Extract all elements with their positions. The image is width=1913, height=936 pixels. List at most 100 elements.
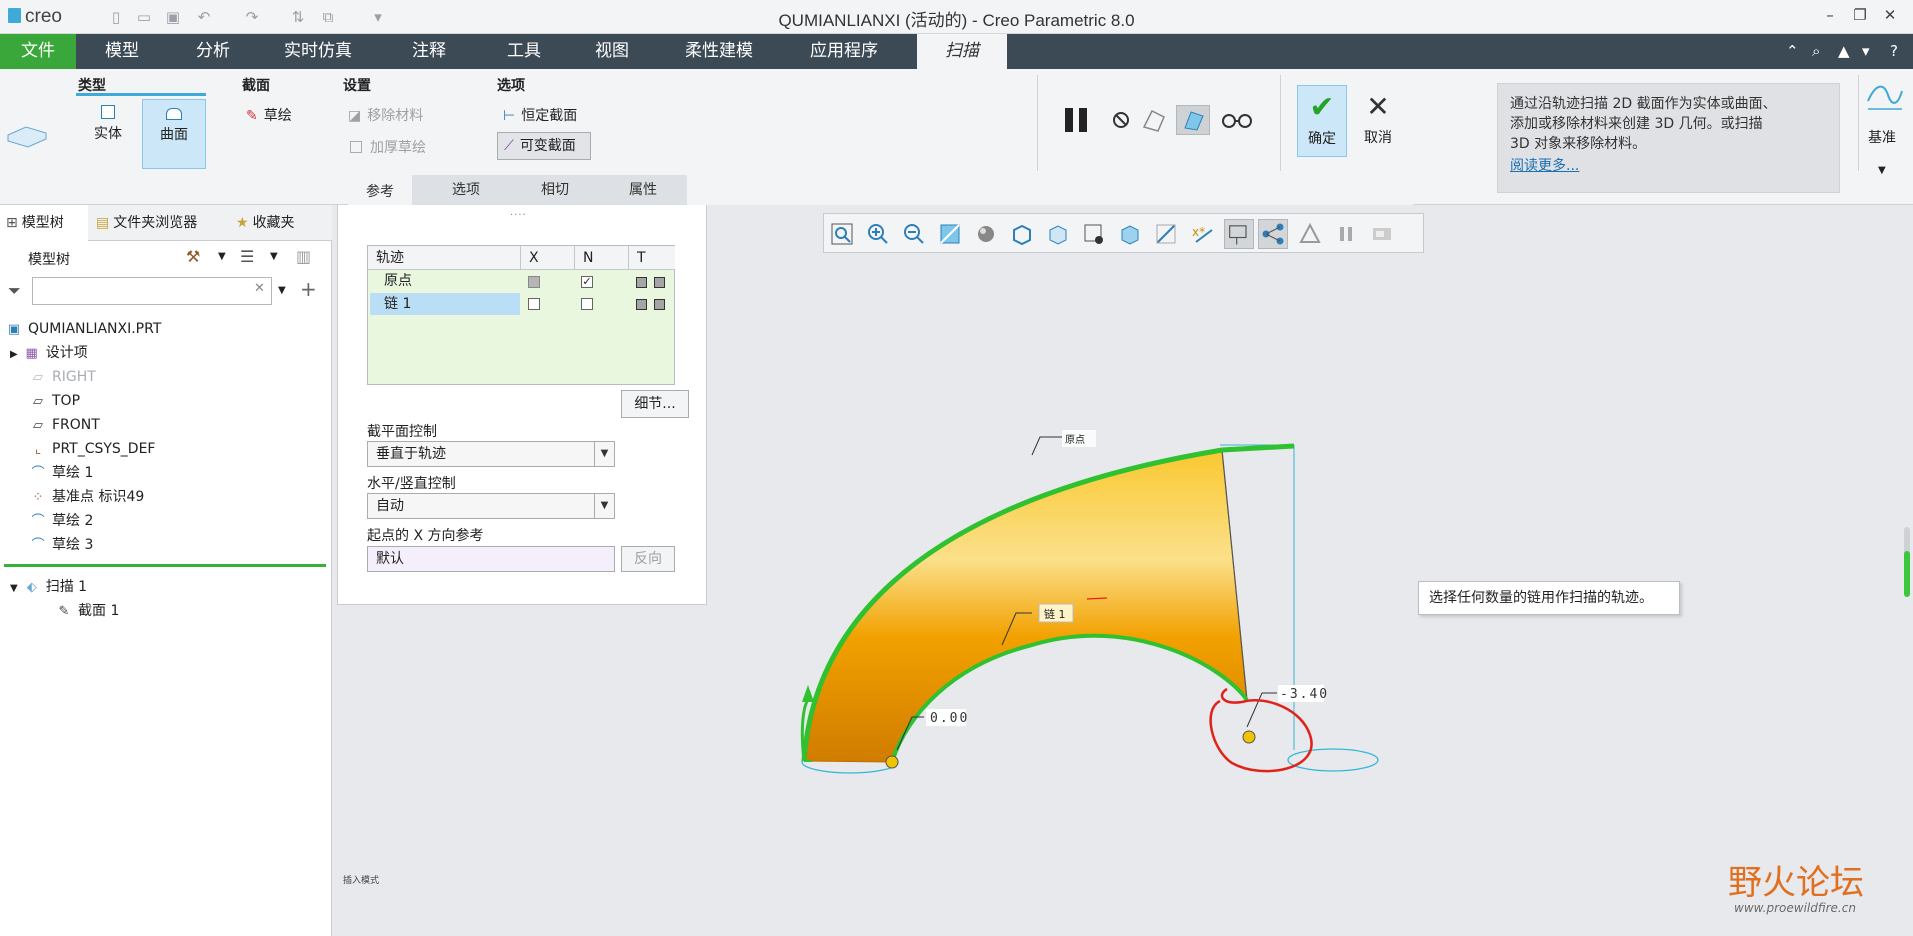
start-point-handle[interactable]: [885, 755, 899, 769]
datum-icon[interactable]: [1864, 79, 1904, 113]
tree-settings-dropdown-icon[interactable]: ▼: [218, 251, 226, 262]
menu-sweep[interactable]: 扫描: [917, 34, 1007, 69]
datum-display-icon[interactable]: x*: [1190, 222, 1214, 246]
tree-show-icon[interactable]: ☰: [240, 247, 254, 266]
search-dropdown-icon[interactable]: ▼: [278, 285, 286, 296]
dropdown-icon[interactable]: ▾: [1862, 42, 1870, 60]
ok-button[interactable]: ✔ 确定: [1297, 85, 1347, 157]
solid-button[interactable]: 实体: [80, 105, 136, 143]
display-style-icon[interactable]: [974, 222, 998, 246]
panel-grip[interactable]: ....: [510, 207, 527, 218]
tree-show-dropdown-icon[interactable]: ▼: [270, 251, 278, 262]
no-preview-icon[interactable]: [1112, 111, 1130, 129]
menu-annotate[interactable]: 注释: [378, 34, 480, 69]
annotation-display-button[interactable]: [1224, 219, 1254, 249]
chain-n-checkbox[interactable]: [581, 298, 593, 310]
menu-model[interactable]: 模型: [76, 34, 168, 69]
tab-properties[interactable]: 属性: [610, 175, 676, 205]
x-reference-collector[interactable]: 默认: [367, 546, 615, 572]
flip-button[interactable]: 反向: [621, 546, 675, 572]
tree-item[interactable]: ⌒ 草绘 1: [30, 461, 93, 485]
thicken-sketch-button[interactable]: 加厚草绘: [350, 137, 426, 157]
tree-item[interactable]: ⌒ 草绘 3: [30, 533, 93, 557]
cancel-button[interactable]: ✕ 取消: [1353, 85, 1403, 157]
tree-columns-icon[interactable]: ▥: [296, 247, 311, 266]
tree-item[interactable]: ⌞ PRT_CSYS_DEF: [30, 437, 156, 461]
constant-section-button[interactable]: ⊢ 恒定截面: [503, 105, 577, 125]
menu-analysis[interactable]: 分析: [168, 34, 258, 69]
menu-flexible-modeling[interactable]: 柔性建模: [656, 34, 782, 69]
scroll-track[interactable]: [1904, 527, 1910, 597]
refit-icon[interactable]: [830, 222, 854, 246]
zoom-in-icon[interactable]: [866, 222, 890, 246]
trajectory-collector[interactable]: 轨迹 X N T 原点 ✓ 链 1: [367, 245, 675, 385]
tree-item[interactable]: ▶ ▦ 设计项: [10, 341, 88, 365]
geometry-preview-icon[interactable]: [1140, 107, 1168, 133]
section-plane-select[interactable]: 垂直于轨迹 ▼: [367, 441, 615, 467]
appearance-icon[interactable]: [1370, 222, 1394, 246]
tree-item[interactable]: ⁘ 基准点 标识49: [30, 485, 145, 509]
row-chain-1-name[interactable]: 链 1: [370, 293, 520, 315]
zoom-out-icon[interactable]: [902, 222, 926, 246]
feature-preview-button[interactable]: [1176, 105, 1210, 135]
tree-item[interactable]: ▱ RIGHT: [30, 365, 96, 389]
menu-applications[interactable]: 应用程序: [782, 34, 906, 69]
chain-label[interactable]: 链 1: [1044, 607, 1066, 621]
end-point-handle[interactable]: [1242, 730, 1256, 744]
section-view-icon[interactable]: [1118, 222, 1142, 246]
restore-icon[interactable]: ❐: [1846, 6, 1874, 24]
help-icon[interactable]: ?: [1890, 42, 1898, 60]
tree-item-section[interactable]: ✎ 截面 1: [56, 599, 120, 623]
end-dimension[interactable]: -3.40: [1280, 687, 1329, 702]
origin-n-checkbox[interactable]: ✓: [581, 276, 593, 288]
remove-material-button[interactable]: ◪ 移除材料: [348, 105, 423, 125]
origin-label[interactable]: 原点: [1065, 434, 1085, 446]
datum-dropdown-icon[interactable]: ▼: [1878, 165, 1886, 176]
chain-x-checkbox[interactable]: [528, 298, 540, 310]
variable-section-button[interactable]: ⟋ 可变截面: [497, 132, 591, 160]
filter-icon[interactable]: ⏷: [8, 281, 21, 301]
pause-icon[interactable]: [1062, 105, 1092, 135]
tab-references[interactable]: 参考: [348, 175, 412, 205]
start-dimension[interactable]: 0.00: [930, 711, 969, 726]
scroll-thumb[interactable]: [1904, 551, 1910, 597]
menu-file[interactable]: 文件: [0, 34, 76, 69]
hv-control-select[interactable]: 自动 ▼: [367, 493, 615, 519]
tab-tangency[interactable]: 相切: [520, 175, 590, 205]
learning-icon[interactable]: ▲: [1838, 42, 1850, 60]
verify-glasses-icon[interactable]: [1220, 109, 1254, 129]
spin-center-button[interactable]: [1258, 219, 1288, 249]
repaint-icon[interactable]: [938, 222, 962, 246]
collapse-icon[interactable]: ▼: [10, 583, 18, 594]
close-icon[interactable]: ✕: [1876, 6, 1904, 24]
menu-view[interactable]: 视图: [568, 34, 656, 69]
search-icon[interactable]: ⌕: [1812, 42, 1820, 60]
pause-animation-icon[interactable]: [1334, 222, 1358, 246]
sketch-view-icon[interactable]: [1154, 222, 1178, 246]
sketch-button[interactable]: ✎ 草绘: [246, 105, 292, 125]
minimize-icon[interactable]: –: [1816, 6, 1844, 24]
expand-icon[interactable]: ▶: [10, 349, 18, 360]
surface-button[interactable]: 曲面: [142, 99, 206, 169]
collapse-ribbon-icon[interactable]: ⌃: [1786, 42, 1799, 60]
view-manager-icon[interactable]: [1046, 222, 1070, 246]
tab-model-tree[interactable]: ⊞ 模型树: [0, 205, 88, 241]
read-more-link[interactable]: 阅读更多...: [1510, 156, 1827, 176]
tree-item-sweep[interactable]: ▼ ⬖ 扫描 1: [10, 575, 87, 599]
tree-item[interactable]: ⌒ 草绘 2: [30, 509, 93, 533]
menu-tools[interactable]: 工具: [480, 34, 568, 69]
saved-orientations-icon[interactable]: [1010, 222, 1034, 246]
perspective-icon[interactable]: [1082, 222, 1106, 246]
tree-item[interactable]: ▣ QUMIANLIANXI.PRT: [6, 317, 162, 341]
datum-button[interactable]: 基准: [1868, 127, 1896, 147]
tab-folder-browser[interactable]: ▤ 文件夹浏览器: [96, 205, 197, 241]
annotation-filter-icon[interactable]: [1298, 222, 1322, 246]
tree-search-input[interactable]: [32, 277, 272, 305]
tab-favorites[interactable]: ★ 收藏夹: [236, 205, 295, 241]
tree-item[interactable]: ▱ FRONT: [30, 413, 100, 437]
details-button[interactable]: 细节...: [621, 390, 689, 418]
tree-settings-icon[interactable]: ⚒: [186, 247, 200, 266]
origin-x-checkbox[interactable]: [528, 276, 540, 288]
tab-options[interactable]: 选项: [432, 175, 500, 205]
add-filter-icon[interactable]: +: [300, 277, 317, 301]
